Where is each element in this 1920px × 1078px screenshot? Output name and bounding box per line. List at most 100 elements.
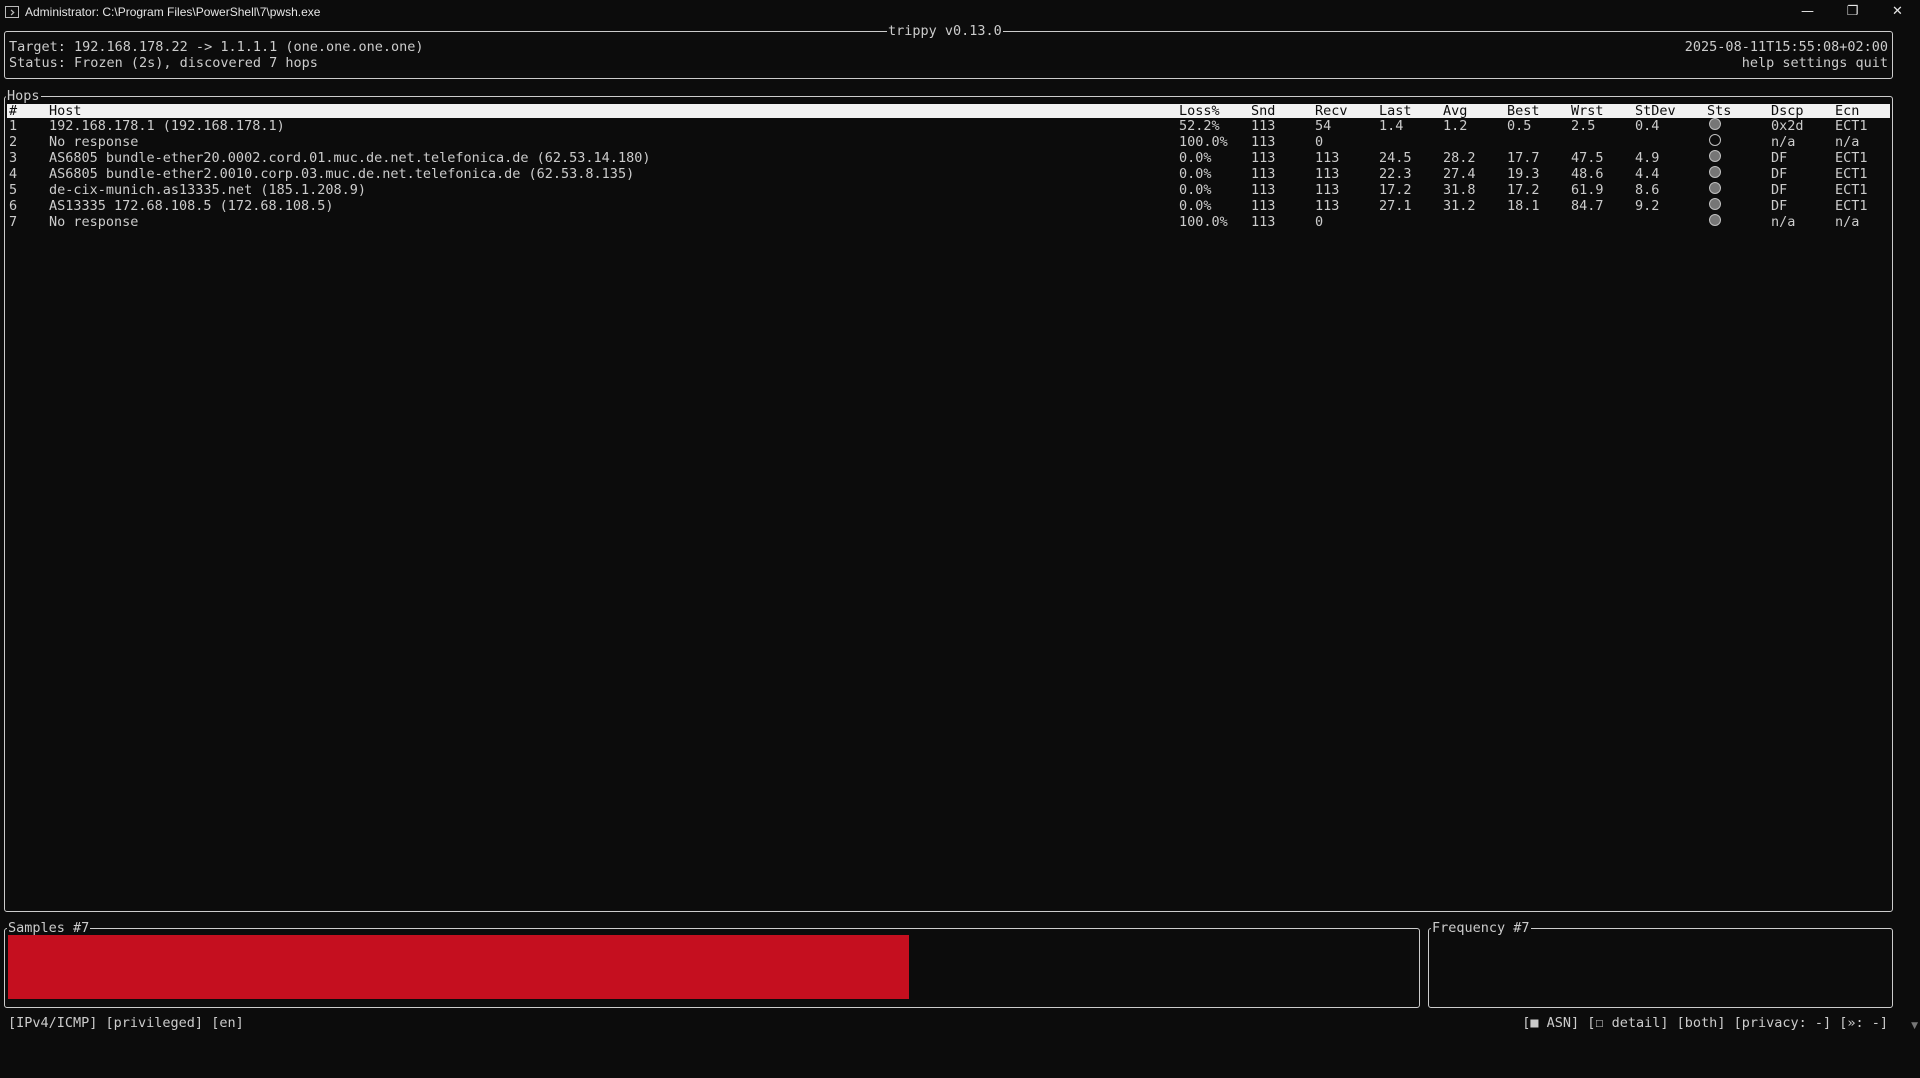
datetime: 2025-08-11T15:55:08+02:00: [1684, 39, 1888, 55]
hop-cell-loss: 0.0%: [1179, 182, 1212, 198]
hop-cell-host: No response: [49, 214, 139, 230]
hop-row[interactable]: 2 No response 100.0% 113 0 n/a n/a: [7, 134, 1890, 151]
hop-cell-loss: 100.0%: [1179, 214, 1228, 230]
status-line: Status: Frozen (2s), discovered 7 hops: [9, 55, 318, 71]
hop-cell-last: 24.5: [1379, 150, 1412, 166]
hop-cell-loss: 0.0%: [1179, 166, 1212, 182]
hop-cell-loss: 52.2%: [1179, 118, 1220, 134]
column-header-dscp: Dscp: [1771, 103, 1804, 119]
hop-cell-recv: 113: [1315, 198, 1340, 214]
hop-row[interactable]: 6 AS13335 172.68.108.5 (172.68.108.5) 0.0%…: [7, 198, 1890, 215]
hop-cell-avg: 31.2: [1443, 198, 1476, 214]
hop-cell-host: 192.168.178.1 (192.168.178.1): [49, 118, 285, 134]
frequency-panel: Frequency #7: [1428, 920, 1893, 1008]
hop-cell-host: AS6805 bundle-ether2.0010.corp.03.muc.de…: [49, 166, 635, 182]
hop-row[interactable]: 7 No response 100.0% 113 0 n/a n/a: [7, 214, 1890, 231]
hop-cell-ecn: ECT1: [1835, 150, 1868, 166]
column-header-last: Last: [1379, 103, 1412, 119]
hop-cell-stdev: 4.4: [1635, 166, 1660, 182]
menu-hints[interactable]: help settings quit: [1742, 55, 1888, 71]
status-left: [IPv4/ICMP] [privileged] [en]: [8, 1015, 244, 1031]
hop-cell-wrst: 2.5: [1571, 118, 1596, 134]
column-header-sts: Sts: [1707, 103, 1732, 119]
hop-cell-ecn: ECT1: [1835, 198, 1868, 214]
hop-cell-dscp: n/a: [1771, 134, 1796, 150]
column-header-stdev: StDev: [1635, 103, 1676, 119]
hop-cell-last: 1.4: [1379, 118, 1404, 134]
hop-cell-loss: 100.0%: [1179, 134, 1228, 150]
column-header-avg: Avg: [1443, 103, 1468, 119]
hop-cell-ecn: n/a: [1835, 134, 1860, 150]
status-dot-icon: [1709, 166, 1721, 178]
column-header-wrst: Wrst: [1571, 103, 1604, 119]
close-button[interactable]: ✕: [1875, 0, 1920, 23]
hop-cell-best: 18.1: [1507, 198, 1540, 214]
hop-cell-host: AS6805 bundle-ether20.0002.cord.01.muc.d…: [49, 150, 651, 166]
hop-cell-host: AS13335 172.68.108.5 (172.68.108.5): [49, 198, 334, 214]
hop-cell-n: 3: [9, 150, 18, 166]
hop-cell-dscp: 0x2d: [1771, 118, 1804, 134]
hop-cell-recv: 0: [1315, 134, 1324, 150]
column-header-ecn: Ecn: [1835, 103, 1860, 119]
samples-panel: Samples #7: [4, 920, 1420, 1008]
hop-cell-ecn: ECT1: [1835, 166, 1868, 182]
hop-cell-last: 17.2: [1379, 182, 1412, 198]
status-dot-icon: [1709, 118, 1721, 130]
hop-cell-dscp: n/a: [1771, 214, 1796, 230]
hop-cell-best: 17.2: [1507, 182, 1540, 198]
hop-cell-snd: 113: [1251, 118, 1276, 134]
status-right[interactable]: [■ ASN] [☐ detail] [both] [privacy: -] […: [1522, 1015, 1888, 1031]
hop-cell-last: 27.1: [1379, 198, 1412, 214]
app-title: trippy v0.13.0: [887, 23, 1003, 39]
samples-title: Samples #7: [7, 920, 91, 936]
hop-cell-best: 17.7: [1507, 150, 1540, 166]
hop-cell-ecn: n/a: [1835, 214, 1860, 230]
hop-cell-last: 22.3: [1379, 166, 1412, 182]
column-header-recv: Recv: [1315, 103, 1348, 119]
window-title: Administrator: C:\Program Files\PowerShe…: [25, 4, 321, 19]
hop-cell-snd: 113: [1251, 166, 1276, 182]
hop-cell-loss: 0.0%: [1179, 150, 1212, 166]
column-header-best: Best: [1507, 103, 1540, 119]
minimize-button[interactable]: —: [1785, 0, 1830, 23]
hop-cell-dscp: DF: [1771, 150, 1788, 166]
hop-cell-dscp: DF: [1771, 166, 1788, 182]
hop-cell-stdev: 4.9: [1635, 150, 1660, 166]
hop-cell-dscp: DF: [1771, 198, 1788, 214]
column-header-host: Host: [49, 103, 82, 119]
hop-row[interactable]: 4 AS6805 bundle-ether2.0010.corp.03.muc.d…: [7, 166, 1890, 183]
hop-cell-wrst: 84.7: [1571, 198, 1604, 214]
hop-cell-ecn: ECT1: [1835, 118, 1868, 134]
hop-row[interactable]: 3 AS6805 bundle-ether20.0002.cord.01.muc.…: [7, 150, 1890, 167]
hop-cell-host: No response: [49, 134, 139, 150]
hop-cell-recv: 113: [1315, 182, 1340, 198]
hops-table-header: # Host Loss% Snd Recv Last Avg Best Wrst StDev Sts…: [7, 103, 1890, 119]
samples-bar: [8, 935, 909, 999]
column-header-snd: Snd: [1251, 103, 1276, 119]
restore-button[interactable]: ❐: [1830, 0, 1875, 23]
hop-cell-best: 19.3: [1507, 166, 1540, 182]
hop-cell-recv: 54: [1315, 118, 1332, 134]
column-header-loss: Loss%: [1179, 103, 1220, 119]
hop-cell-recv: 113: [1315, 166, 1340, 182]
terminal-icon: [5, 5, 19, 18]
hops-title: Hops: [6, 88, 41, 104]
hop-cell-snd: 113: [1251, 198, 1276, 214]
hops-panel: Hops # Host Loss% Snd Recv Last Avg Best Wrst StD…: [4, 88, 1893, 912]
hop-cell-n: 1: [9, 118, 18, 134]
hop-cell-best: 0.5: [1507, 118, 1532, 134]
hop-cell-stdev: 8.6: [1635, 182, 1660, 198]
window-titlebar: Administrator: C:\Program Files\PowerShe…: [0, 0, 1920, 23]
hop-cell-n: 4: [9, 166, 18, 182]
hop-cell-snd: 113: [1251, 150, 1276, 166]
hop-row[interactable]: 1 192.168.178.1 (192.168.178.1) 52.2% 113 54…: [7, 118, 1890, 135]
hop-row[interactable]: 5 de-cix-munich.as13335.net (185.1.208.9)…: [7, 182, 1890, 199]
target-line: Target: 192.168.178.22 -> 1.1.1.1 (one.o…: [9, 39, 424, 55]
hop-cell-n: 6: [9, 198, 18, 214]
frequency-title: Frequency #7: [1431, 920, 1531, 936]
status-dot-icon: [1709, 198, 1721, 210]
hop-cell-n: 2: [9, 134, 18, 150]
hop-cell-wrst: 61.9: [1571, 182, 1604, 198]
hop-cell-dscp: DF: [1771, 182, 1788, 198]
hop-cell-ecn: ECT1: [1835, 182, 1868, 198]
